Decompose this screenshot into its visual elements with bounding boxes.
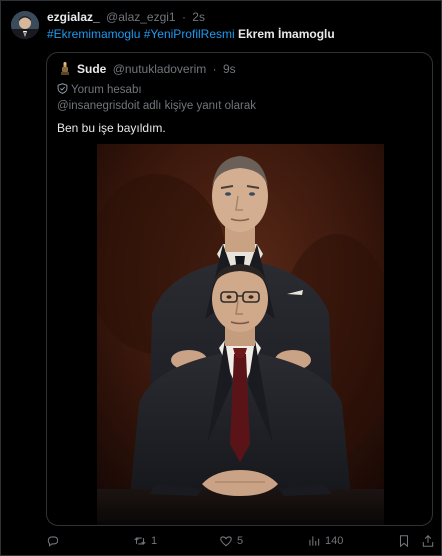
author-name[interactable]: ezgialaz_ <box>47 10 100 24</box>
retweet-button[interactable]: 1 <box>133 534 157 548</box>
retweet-icon <box>134 537 146 545</box>
share-icon <box>422 535 434 547</box>
quoted-time-separator: · <box>212 62 217 76</box>
views-count: 140 <box>325 535 344 547</box>
heart-icon <box>220 536 232 547</box>
quoted-author-name[interactable]: Sude <box>77 62 106 76</box>
tweet-text-bold: Ekrem İmamoglu <box>238 27 335 41</box>
bookmark-icon <box>399 535 409 548</box>
reply-context: @insanegrisdoit adlı kişiye yanıt olarak <box>57 100 256 112</box>
time-separator: · <box>181 10 186 24</box>
quoted-tweet-photo[interactable] <box>97 144 384 526</box>
share-button[interactable] <box>421 534 439 548</box>
hashtag-ekremimamoglu[interactable]: #Ekremimamoglu <box>47 27 140 41</box>
quoted-tweet-header: Sude @nutukladoverim · 9s <box>77 62 236 76</box>
account-label-text: Yorum hesabı <box>71 84 142 96</box>
tweet-header: ezgialaz_ @alaz_ezgi1 · 2s <box>47 10 205 24</box>
author-avatar-image <box>11 11 39 39</box>
bookmark-button[interactable] <box>397 534 415 548</box>
tweet-actions: 1 5 140 <box>1 534 442 552</box>
retweet-count: 1 <box>151 535 158 547</box>
hashtag-yeniprofilresmi[interactable]: #YeniProfilResmi <box>144 27 235 41</box>
reply-button[interactable] <box>46 534 64 548</box>
author-avatar[interactable] <box>11 11 39 39</box>
quoted-author-handle[interactable]: @nutukladoverim <box>113 62 207 76</box>
tweet-time[interactable]: 2s <box>192 10 205 24</box>
views-icon <box>309 536 320 546</box>
tweet-card[interactable]: ezgialaz_ @alaz_ezgi1 · 2s #Ekremimamogl… <box>0 0 442 556</box>
quoted-time[interactable]: 9s <box>223 62 236 76</box>
tweet-text: #Ekremimamoglu #YeniProfilResmi Ekrem İm… <box>47 27 335 41</box>
shield-icon <box>57 83 68 94</box>
author-handle[interactable]: @alaz_ezgi1 <box>106 10 176 24</box>
views-button[interactable]: 140 <box>307 534 343 548</box>
quoted-tweet-text: Ben bu işe bayıldım. <box>57 121 166 135</box>
sude-avatar-icon[interactable] <box>57 61 73 77</box>
reply-icon <box>47 536 59 547</box>
like-button[interactable]: 5 <box>219 534 243 548</box>
like-count: 5 <box>237 535 244 547</box>
account-label: Yorum hesabı <box>57 83 142 96</box>
quoted-tweet[interactable]: Sude @nutukladoverim · 9s Yorum hesabı @… <box>46 52 433 526</box>
